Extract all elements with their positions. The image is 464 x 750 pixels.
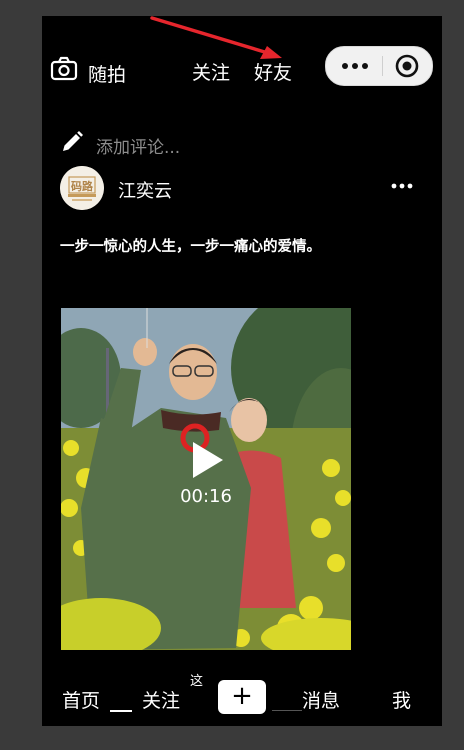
nav-follow[interactable]: 关注 (142, 686, 180, 713)
bottom-navigation: 这 首页 关注 + 消息 我 (42, 674, 442, 720)
more-dots-icon[interactable] (340, 54, 370, 78)
target-circle-icon[interactable] (394, 53, 420, 79)
add-post-label: + (231, 681, 253, 711)
add-comment-row[interactable]: 添加评论... (60, 130, 360, 158)
comment-placeholder: 添加评论... (96, 138, 181, 158)
author-name[interactable]: 江奕云 (118, 177, 172, 203)
partial-caption-text: 这 (190, 674, 204, 689)
camera-icon[interactable] (50, 56, 78, 82)
phone-screen: 随拍 关注 好友 添加评论... 码路 江奕云 一步一惊心的人生，一步一痛心的爱… (42, 16, 442, 726)
add-post-button[interactable]: + (218, 680, 266, 714)
capsule-divider (382, 56, 383, 76)
post-caption: 一步一惊心的人生，一步一痛心的爱情。 (60, 239, 321, 255)
video-duration: 00:16 (180, 486, 232, 507)
nav-messages[interactable]: 消息 (302, 686, 340, 713)
nav-home-indicator (110, 710, 132, 712)
pencil-icon (63, 131, 83, 151)
progress-line (272, 710, 302, 711)
tab-follow[interactable]: 关注 (192, 58, 230, 85)
post-author-row: 码路 江奕云 (60, 166, 430, 212)
mini-program-capsule (325, 46, 433, 86)
avatar-text: 码路 (71, 180, 93, 193)
top-bar: 随拍 关注 好友 (42, 46, 442, 88)
avatar[interactable]: 码路 (60, 166, 104, 210)
play-icon[interactable] (189, 440, 225, 480)
more-horizontal-icon[interactable] (390, 178, 414, 194)
tab-friends[interactable]: 好友 (254, 58, 292, 85)
random-shot-button[interactable]: 随拍 (88, 60, 126, 87)
nav-me[interactable]: 我 (392, 686, 411, 713)
nav-home[interactable]: 首页 (62, 686, 100, 713)
video-player[interactable]: 00:16 (61, 308, 351, 650)
